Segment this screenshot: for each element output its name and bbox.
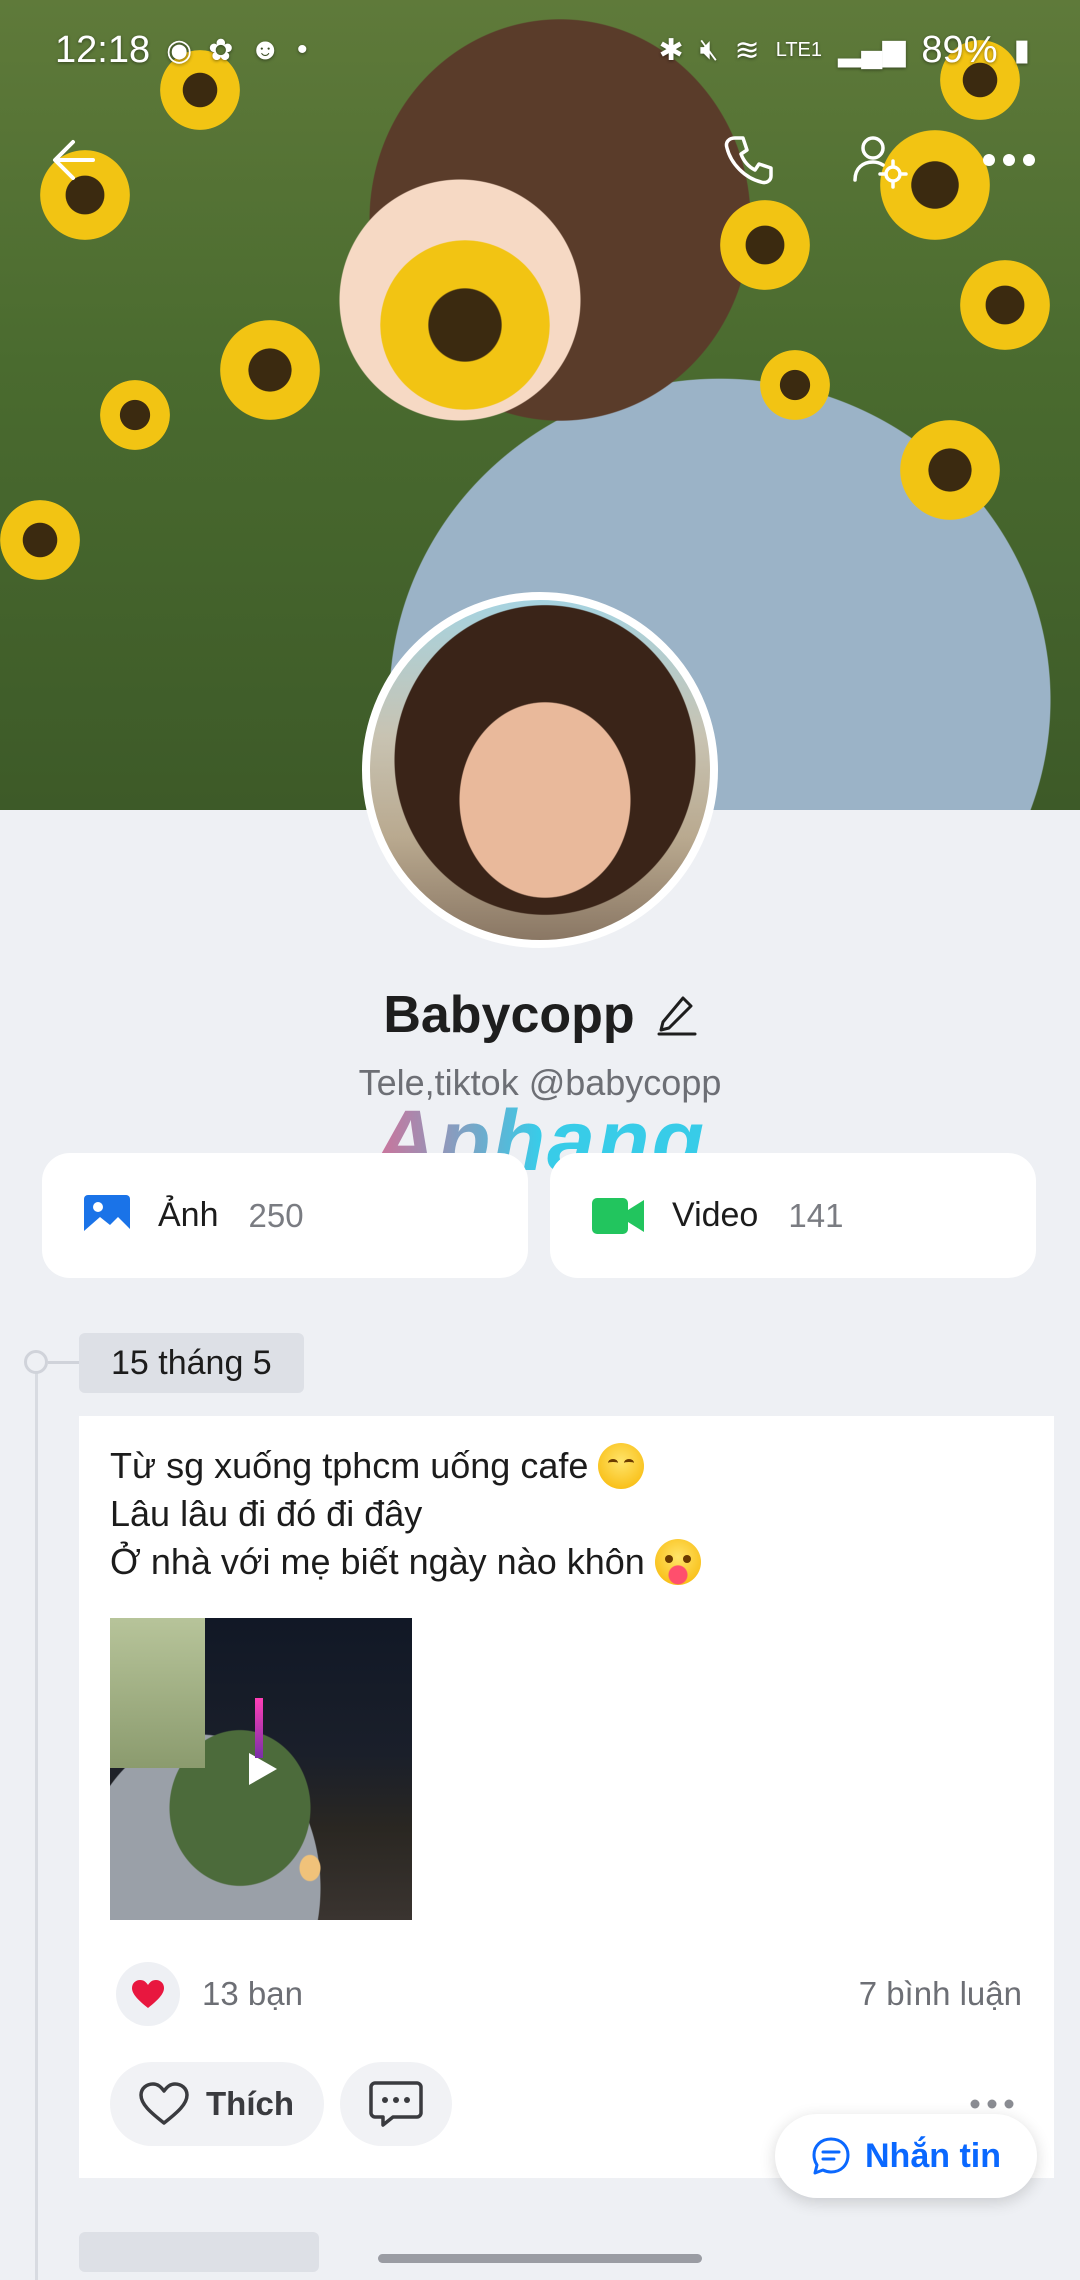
- signal-icon: ▂▄▆: [838, 33, 906, 67]
- comment-icon: [369, 2081, 423, 2127]
- battery-level: 89%: [921, 28, 998, 71]
- videos-label: Video: [672, 1196, 759, 1234]
- network-label: LTE1: [775, 39, 823, 61]
- heart-outline-icon: [139, 2082, 189, 2125]
- back-button[interactable]: [40, 125, 110, 195]
- video-camera-icon: [592, 1197, 644, 1234]
- user-settings-icon: [853, 136, 908, 189]
- profile-name-row: Babycopp: [0, 985, 1080, 1045]
- comment-count[interactable]: 7 bình luận: [859, 1975, 1022, 2013]
- message-label: Nhắn tin: [865, 2136, 1001, 2175]
- profile-topbar: [0, 110, 1080, 210]
- timeline-dot: [24, 1350, 48, 1374]
- post-line-2: Lâu lâu đi đó đi đây: [110, 1493, 423, 1534]
- bluetooth-icon: ✱: [658, 33, 684, 67]
- photos-label: Ảnh: [158, 1196, 219, 1234]
- timeline-connector: [48, 1361, 80, 1364]
- date-chip: 15 tháng 5: [79, 1333, 304, 1393]
- video-thumbnail[interactable]: [110, 1618, 412, 1920]
- more-options-button[interactable]: [974, 125, 1044, 195]
- chat-bubble-icon: [812, 2137, 850, 2175]
- message-button[interactable]: Nhắn tin: [775, 2114, 1037, 2198]
- profile-settings-button[interactable]: [844, 125, 914, 195]
- dot-icon: •: [297, 33, 308, 66]
- more-horizontal-icon: [983, 154, 1035, 166]
- post-line-3: Ở nhà với mẹ biết ngày nào khôn: [110, 1541, 645, 1582]
- status-time: 12:18: [55, 28, 151, 71]
- tongue-emoji-icon: [654, 1539, 701, 1585]
- mute-icon: 🔇︎: [699, 33, 719, 66]
- wifi-icon: ≋: [734, 33, 760, 67]
- post-text: Từ sg xuống tphcm uống cafe Lâu lâu đi đ…: [110, 1442, 701, 1586]
- avatar[interactable]: [362, 592, 718, 948]
- next-date-chip: [79, 2232, 319, 2272]
- app-icon: ☻: [249, 33, 281, 66]
- post-line-1: Từ sg xuống tphcm uống cafe: [110, 1445, 589, 1486]
- play-icon: [249, 1753, 277, 1785]
- profile-name: Babycopp: [383, 986, 635, 1044]
- heart-reaction-icon[interactable]: [116, 1962, 180, 2026]
- photos-count: 250: [248, 1196, 304, 1234]
- phone-icon: [724, 136, 773, 185]
- like-label: Thích: [206, 2085, 294, 2122]
- like-button[interactable]: Thích: [110, 2062, 324, 2146]
- post-card[interactable]: Từ sg xuống tphcm uống cafe Lâu lâu đi đ…: [79, 1416, 1054, 2178]
- navigation-handle[interactable]: [378, 2254, 702, 2263]
- status-bar: 12:18 ◉ ✿ ☻ • ✱ 🔇︎ ≋ LTE1 ▂▄▆ 89% ▮: [0, 0, 1080, 100]
- messenger-icon: ◉: [166, 33, 193, 67]
- notification-icon: ✿: [208, 33, 234, 67]
- timeline-line: [35, 1362, 38, 2280]
- videos-count: 141: [788, 1196, 844, 1234]
- battery-icon: ▮: [1013, 33, 1030, 67]
- edit-pencil-icon[interactable]: [657, 994, 697, 1036]
- comment-button[interactable]: [340, 2062, 452, 2146]
- photos-card[interactable]: Ảnh 250: [42, 1153, 528, 1278]
- reaction-row: 13 bạn 7 bình luận: [116, 1961, 1022, 2027]
- reaction-count[interactable]: 13 bạn: [202, 1975, 303, 2013]
- image-icon: [84, 1194, 130, 1237]
- videos-card[interactable]: Video 141: [550, 1153, 1036, 1278]
- grin-emoji-icon: [598, 1443, 645, 1489]
- call-button[interactable]: [714, 125, 784, 195]
- arrow-left-icon: [53, 140, 95, 180]
- more-horizontal-icon: [970, 2099, 1014, 2109]
